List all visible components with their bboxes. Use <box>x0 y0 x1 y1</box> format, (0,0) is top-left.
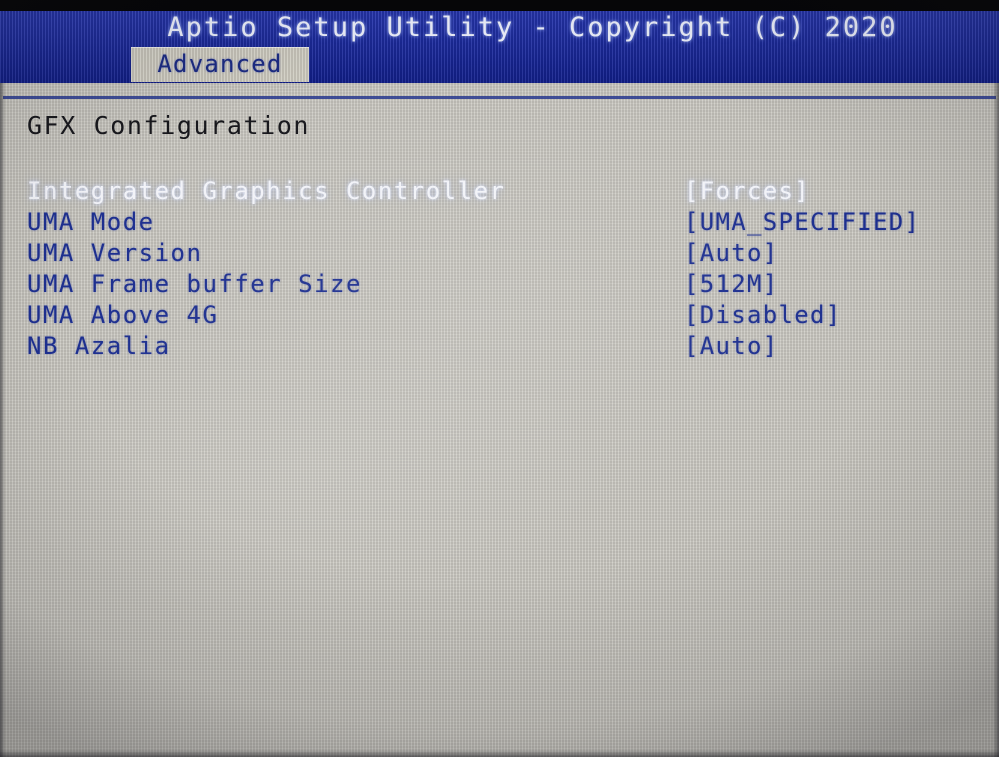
screen-letterbox-top <box>0 0 999 11</box>
setting-label: UMA Version <box>27 239 203 267</box>
setting-label: UMA Mode <box>27 208 155 236</box>
setting-row[interactable]: UMA Frame buffer Size [512M] <box>0 270 999 301</box>
setting-row[interactable]: UMA Above 4G [Disabled] <box>0 301 999 332</box>
settings-content: GFX Configuration Integrated Graphics Co… <box>0 83 999 757</box>
section-title: GFX Configuration <box>27 111 311 140</box>
bios-setup-screen: Aptio Setup Utility - Copyright (C) 2020… <box>0 0 999 757</box>
setting-value[interactable]: [Forces] <box>684 177 810 205</box>
setting-row[interactable]: NB Azalia [Auto] <box>0 332 999 363</box>
setting-label: UMA Above 4G <box>27 301 219 329</box>
setting-row[interactable]: UMA Mode [UMA_SPECIFIED] <box>0 208 999 239</box>
tab-advanced[interactable]: Advanced <box>131 47 309 82</box>
settings-list: Integrated Graphics Controller [Forces] UM… <box>0 177 999 363</box>
setting-value[interactable]: [Disabled] <box>684 301 842 329</box>
tab-advanced-label: Advanced <box>157 50 283 78</box>
page-title: Aptio Setup Utility - Copyright (C) 2020 <box>167 12 898 43</box>
setting-value[interactable]: [512M] <box>684 270 779 298</box>
setting-value[interactable]: [UMA_SPECIFIED] <box>684 208 920 236</box>
setting-label: Integrated Graphics Controller <box>27 177 506 205</box>
setting-value[interactable]: [Auto] <box>684 239 779 267</box>
setting-label: NB Azalia <box>27 332 171 360</box>
setting-value[interactable]: [Auto] <box>684 332 779 360</box>
setting-row[interactable]: Integrated Graphics Controller [Forces] <box>0 177 999 208</box>
setting-row[interactable]: UMA Version [Auto] <box>0 239 999 270</box>
setting-label: UMA Frame buffer Size <box>27 270 362 298</box>
